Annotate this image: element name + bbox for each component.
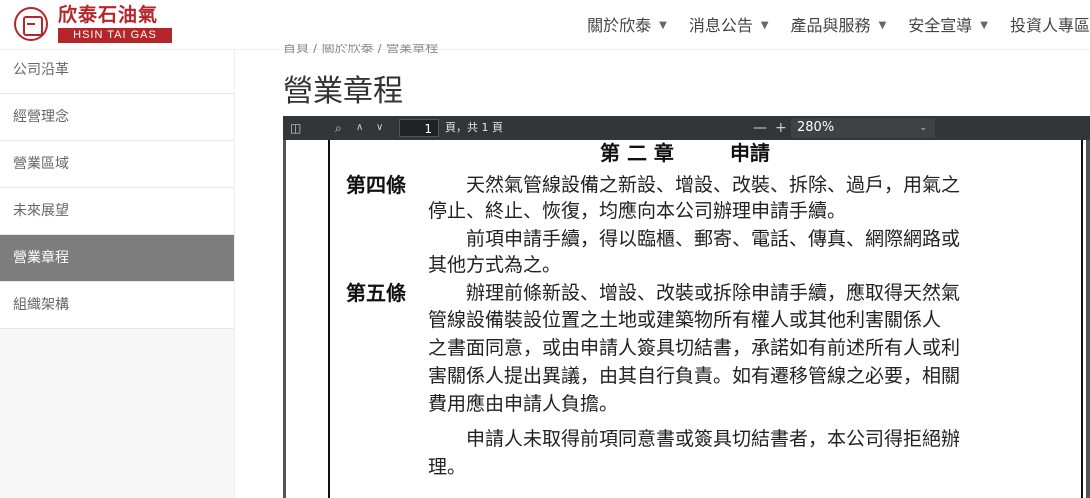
nav-news[interactable]: 消息公告 ▼ <box>689 14 769 38</box>
article-line: 申請人未取得前項同意書或簽具切結書者，本公司得拒絕辦 <box>466 428 961 450</box>
main-nav: 關於欣泰 ▼ 消息公告 ▼ 產品與服務 ▼ 安全宣導 ▼ 投資人專區 <box>565 14 1090 38</box>
logo-seal-icon <box>14 7 48 41</box>
article-line: 停止、終止、恢復，均應向本公司辦理申請手續。 <box>428 200 847 222</box>
chevron-down-icon: ▼ <box>878 20 887 31</box>
chevron-down-icon: ▼ <box>659 20 667 31</box>
zoom-select[interactable]: 280% ⌄ <box>791 118 935 138</box>
sidebar-item-outlook[interactable]: 未來展望 <box>0 188 234 235</box>
chapter-number: 第 二 章 <box>600 141 674 165</box>
chevron-down-icon: ⌄ <box>919 123 927 133</box>
pdf-toolbar: ◫ ⌕ ∧ ∨ 1 頁，共 1 頁 — + 280% ⌄ <box>283 116 1090 140</box>
zoom-value: 280% <box>797 120 835 135</box>
sidebar: 公司沿革 經營理念 營業區域 未來展望 營業章程 組織架構 <box>0 50 235 498</box>
page-number-input[interactable]: 1 <box>399 119 439 137</box>
nav-about[interactable]: 關於欣泰 ▼ <box>587 14 667 38</box>
nav-safety[interactable]: 安全宣導 ▼ <box>908 14 988 38</box>
logo-english-name: HSIN TAI GAS <box>58 28 172 43</box>
sidebar-toggle-icon[interactable]: ◫ <box>290 116 301 140</box>
nav-products[interactable]: 產品與服務 ▼ <box>791 14 887 38</box>
sidebar-item-philosophy[interactable]: 經營理念 <box>0 94 234 141</box>
zoom-in-button[interactable]: + <box>775 116 787 140</box>
nav-investor[interactable]: 投資人專區 <box>1010 14 1090 38</box>
chapter-heading: 第 二 章 申請 <box>600 140 770 166</box>
chevron-down-icon[interactable]: ∨ <box>376 116 383 140</box>
pdf-page: 第 二 章 申請 第四條 天然氣管線設備之新設、增設、改裝、拆除、過戶，用氣之 停… <box>286 140 1086 498</box>
brand-logo[interactable]: 欣泰石油氣 HSIN TAI GAS <box>14 4 184 44</box>
logo-chinese-name: 欣泰石油氣 <box>58 4 159 26</box>
page-total-label: 頁，共 1 頁 <box>445 121 503 134</box>
page-title: 營業章程 <box>283 74 403 109</box>
article-line: 天然氣管線設備之新設、增設、改裝、拆除、過戶，用氣之 <box>466 174 961 196</box>
chapter-title: 申請 <box>729 141 770 165</box>
nav-safety-label: 安全宣導 <box>908 16 973 35</box>
article-line: 管線設備裝設位置之土地或建築物所有權人或其他利害關係人 <box>428 309 942 331</box>
article-line: 理。 <box>428 456 467 478</box>
article-label: 第四條 <box>346 173 406 197</box>
article-label: 第五條 <box>346 281 406 305</box>
nav-investor-label: 投資人專區 <box>1009 16 1090 35</box>
article-line: 之書面同意，或由申請人簽具切結書，承諾如有前述所有人或利 <box>428 337 961 359</box>
pdf-viewer: ◫ ⌕ ∧ ∨ 1 頁，共 1 頁 — + 280% ⌄ 第 二 章 申請 第四條… <box>283 116 1090 498</box>
sidebar-item-service-area[interactable]: 營業區域 <box>0 141 234 188</box>
article-line: 前項申請手續，得以臨櫃、郵寄、電話、傳真、網際網路或 <box>466 228 961 250</box>
article-line: 其他方式為之。 <box>428 254 562 276</box>
search-icon[interactable]: ⌕ <box>335 116 342 140</box>
zoom-out-button[interactable]: — <box>753 116 767 140</box>
chevron-down-icon: ▼ <box>760 20 769 31</box>
article-line: 害關係人提出異議，由其自行負責。如有遷移管線之必要，相關 <box>428 365 961 387</box>
site-header: 欣泰石油氣 HSIN TAI GAS 關於欣泰 ▼ 消息公告 ▼ 產品與服務 ▼ 安全… <box>0 0 1090 50</box>
breadcrumb[interactable]: 首頁 / 關於欣泰 / 營業章程 <box>283 44 438 54</box>
pdf-page-frame: 第 二 章 申請 第四條 天然氣管線設備之新設、增設、改裝、拆除、過戶，用氣之 停… <box>328 140 1083 498</box>
nav-products-label: 產品與服務 <box>790 16 871 35</box>
chevron-up-icon[interactable]: ∧ <box>356 116 363 140</box>
article-line: 辦理前條新設、增設、改裝或拆除申請手續，應取得天然氣 <box>466 282 961 304</box>
chevron-down-icon: ▼ <box>980 20 988 31</box>
sidebar-item-charter[interactable]: 營業章程 <box>0 235 234 282</box>
article-line: 費用應由申請人負擔。 <box>428 393 619 415</box>
nav-news-label: 消息公告 <box>688 16 753 35</box>
sidebar-item-organization[interactable]: 組織架構 <box>0 282 234 329</box>
sidebar-item-history[interactable]: 公司沿革 <box>0 50 234 94</box>
nav-about-label: 關於欣泰 <box>587 16 652 35</box>
